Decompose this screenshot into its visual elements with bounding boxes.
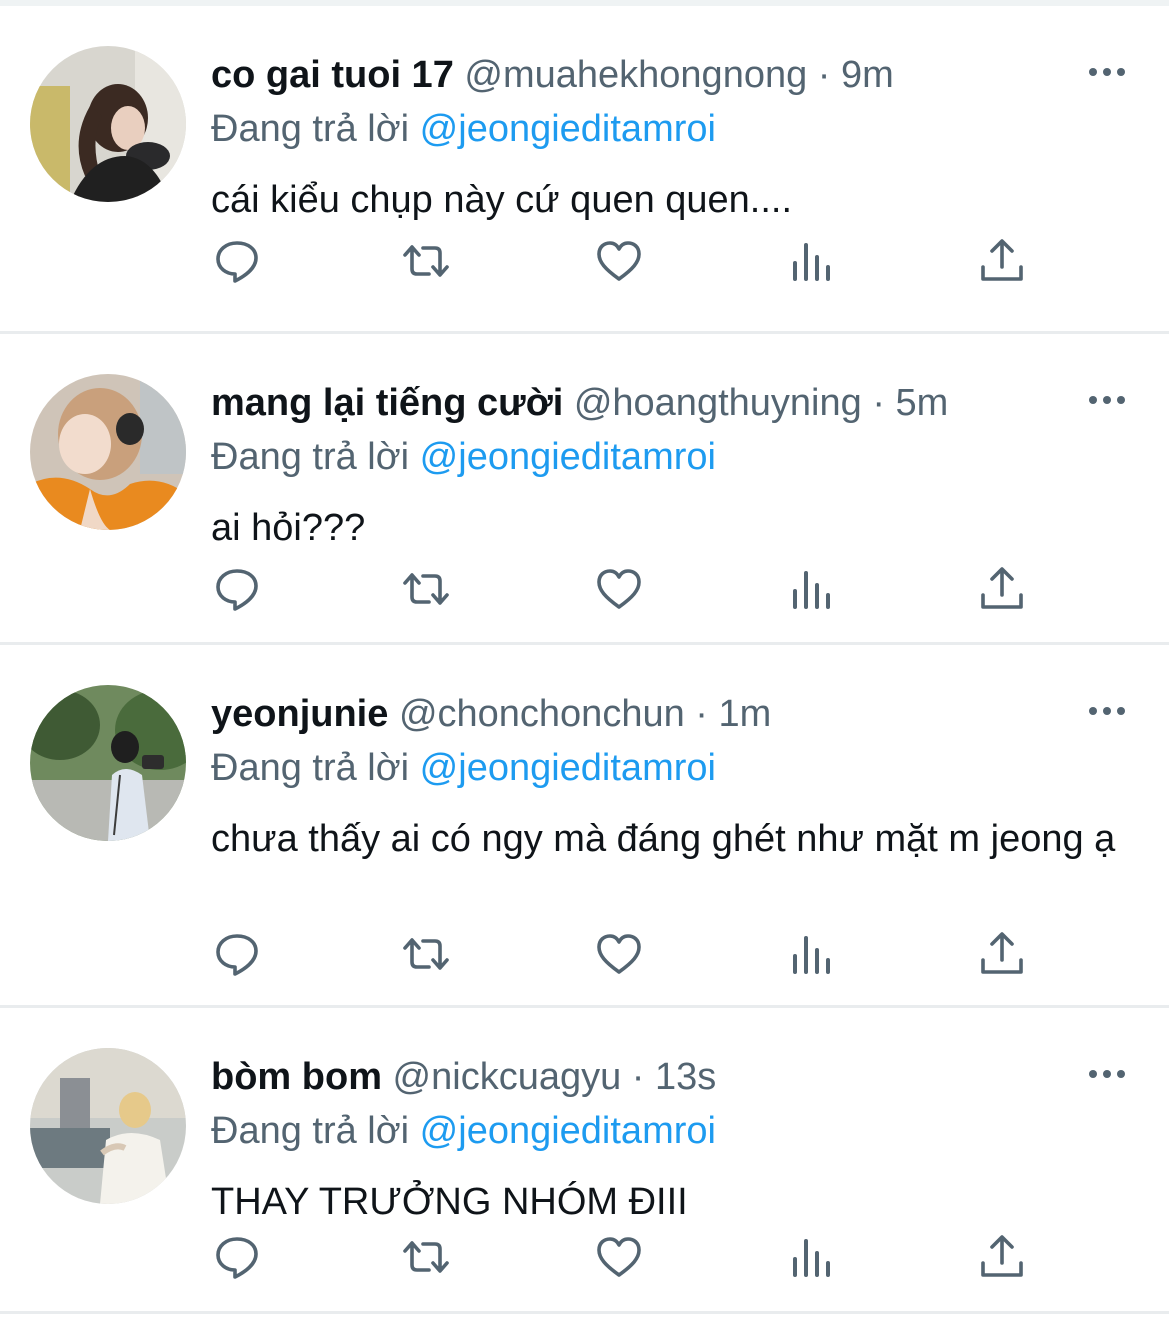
timestamp[interactable]: 13s — [655, 1056, 716, 1098]
views-button[interactable] — [785, 236, 837, 286]
heart-icon — [597, 1237, 641, 1277]
analytics-icon — [793, 1239, 830, 1277]
reply-button[interactable] — [211, 929, 263, 979]
reply-icon — [216, 1237, 258, 1279]
retweet-icon — [403, 245, 449, 277]
tweet[interactable]: yeonjunie @chonchonchun · 1m Đang trả lờ… — [0, 645, 1169, 1008]
avatar-person-waterfront-image — [30, 1048, 186, 1204]
share-icon — [981, 567, 1023, 609]
tweet[interactable]: mang lại tiếng cười @hoangthuyning · 5m … — [0, 334, 1169, 645]
retweet-icon — [403, 1241, 449, 1273]
more-options-icon[interactable] — [1087, 62, 1127, 82]
analytics-icon — [793, 936, 830, 974]
tweet-header: bòm bom @nickcuagyu · 13s — [211, 1054, 716, 1100]
heart-icon — [597, 934, 641, 974]
avatar[interactable] — [30, 685, 186, 841]
retweet-button[interactable] — [400, 236, 452, 286]
like-button[interactable] — [593, 236, 645, 286]
tweet-text: ai hỏi??? — [211, 507, 366, 549]
share-icon — [981, 1235, 1023, 1277]
reply-button[interactable] — [211, 1232, 263, 1282]
tweet-header: mang lại tiếng cười @hoangthuyning · 5m — [211, 380, 948, 426]
heart-icon — [597, 241, 641, 281]
tweet[interactable]: bòm bom @nickcuagyu · 13s Đang trả lời @… — [0, 1008, 1169, 1314]
like-button[interactable] — [593, 564, 645, 614]
retweet-button[interactable] — [400, 1232, 452, 1282]
share-icon — [981, 239, 1023, 281]
separator-dot: · — [817, 54, 831, 96]
retweet-button[interactable] — [400, 564, 452, 614]
display-name[interactable]: yeonjunie — [211, 693, 388, 735]
replying-to-label: Đang trả lời — [211, 747, 410, 789]
share-button[interactable] — [976, 1232, 1028, 1282]
reply-button[interactable] — [211, 564, 263, 614]
action-bar — [211, 236, 1031, 286]
views-button[interactable] — [785, 1232, 837, 1282]
avatar[interactable] — [30, 1048, 186, 1204]
user-handle[interactable]: @chonchonchun — [399, 693, 685, 735]
like-button[interactable] — [593, 929, 645, 979]
action-bar — [211, 929, 1031, 979]
display-name[interactable]: mang lại tiếng cười — [211, 382, 563, 424]
tweet-header: yeonjunie @chonchonchun · 1m — [211, 691, 771, 737]
views-button[interactable] — [785, 929, 837, 979]
separator-dot: · — [695, 693, 708, 735]
tweet-text: cái kiểu chụp này cứ quen quen.... — [211, 179, 793, 221]
tweet[interactable]: co gai tuoi 17 @muahekhongnong · 9m Đang… — [0, 6, 1169, 334]
reply-icon — [216, 569, 258, 611]
reply-icon — [216, 934, 258, 976]
replying-to: Đang trả lời @jeongieditamroi — [211, 106, 716, 152]
action-bar — [211, 1232, 1031, 1282]
replying-to-label: Đang trả lời — [211, 108, 410, 150]
user-handle[interactable]: @muahekhongnong — [464, 54, 807, 96]
analytics-icon — [793, 243, 830, 281]
timestamp[interactable]: 9m — [841, 54, 894, 96]
reply-button[interactable] — [211, 236, 263, 286]
avatar[interactable] — [30, 374, 186, 530]
share-button[interactable] — [976, 929, 1028, 979]
display-name[interactable]: co gai tuoi 17 — [211, 54, 454, 96]
replying-to: Đang trả lời @jeongieditamroi — [211, 1108, 716, 1154]
avatar-girl-orange-image — [30, 374, 186, 530]
more-options-icon[interactable] — [1087, 390, 1127, 410]
replying-to: Đang trả lời @jeongieditamroi — [211, 434, 716, 480]
avatar[interactable] — [30, 46, 186, 202]
avatar-person-camera-image — [30, 685, 186, 841]
timestamp[interactable]: 5m — [896, 382, 949, 424]
action-bar — [211, 564, 1031, 614]
tweet-text: chưa thấy ai có ngy mà đáng ghét như mặt… — [211, 818, 1116, 860]
more-options-icon[interactable] — [1087, 1064, 1127, 1084]
mention-link[interactable]: @jeongieditamroi — [420, 108, 716, 150]
tweet-header: co gai tuoi 17 @muahekhongnong · 9m — [211, 52, 894, 98]
share-button[interactable] — [976, 236, 1028, 286]
replying-to-label: Đang trả lời — [211, 1110, 410, 1152]
views-button[interactable] — [785, 564, 837, 614]
analytics-icon — [793, 571, 830, 609]
replying-to: Đang trả lời @jeongieditamroi — [211, 745, 716, 791]
reply-icon — [216, 241, 258, 283]
retweet-button[interactable] — [400, 929, 452, 979]
retweet-icon — [403, 573, 449, 605]
mention-link[interactable]: @jeongieditamroi — [420, 747, 716, 789]
timestamp[interactable]: 1m — [719, 693, 772, 735]
share-icon — [981, 932, 1023, 974]
avatar-girl-ponytail-image — [30, 46, 186, 202]
mention-link[interactable]: @jeongieditamroi — [420, 1110, 716, 1152]
separator-dot: · — [631, 1056, 645, 1098]
mention-link[interactable]: @jeongieditamroi — [420, 436, 716, 478]
like-button[interactable] — [593, 1232, 645, 1282]
user-handle[interactable]: @nickcuagyu — [393, 1056, 622, 1098]
separator-dot: · — [872, 382, 885, 424]
user-handle[interactable]: @hoangthuyning — [574, 382, 862, 424]
retweet-icon — [403, 938, 449, 970]
display-name[interactable]: bòm bom — [211, 1056, 382, 1098]
reply-feed: co gai tuoi 17 @muahekhongnong · 9m Đang… — [0, 6, 1169, 1314]
more-options-icon[interactable] — [1087, 701, 1127, 721]
replying-to-label: Đang trả lời — [211, 436, 410, 478]
share-button[interactable] — [976, 564, 1028, 614]
heart-icon — [597, 569, 641, 609]
tweet-text: THAY TRƯỞNG NHÓM ĐIII — [211, 1181, 688, 1223]
